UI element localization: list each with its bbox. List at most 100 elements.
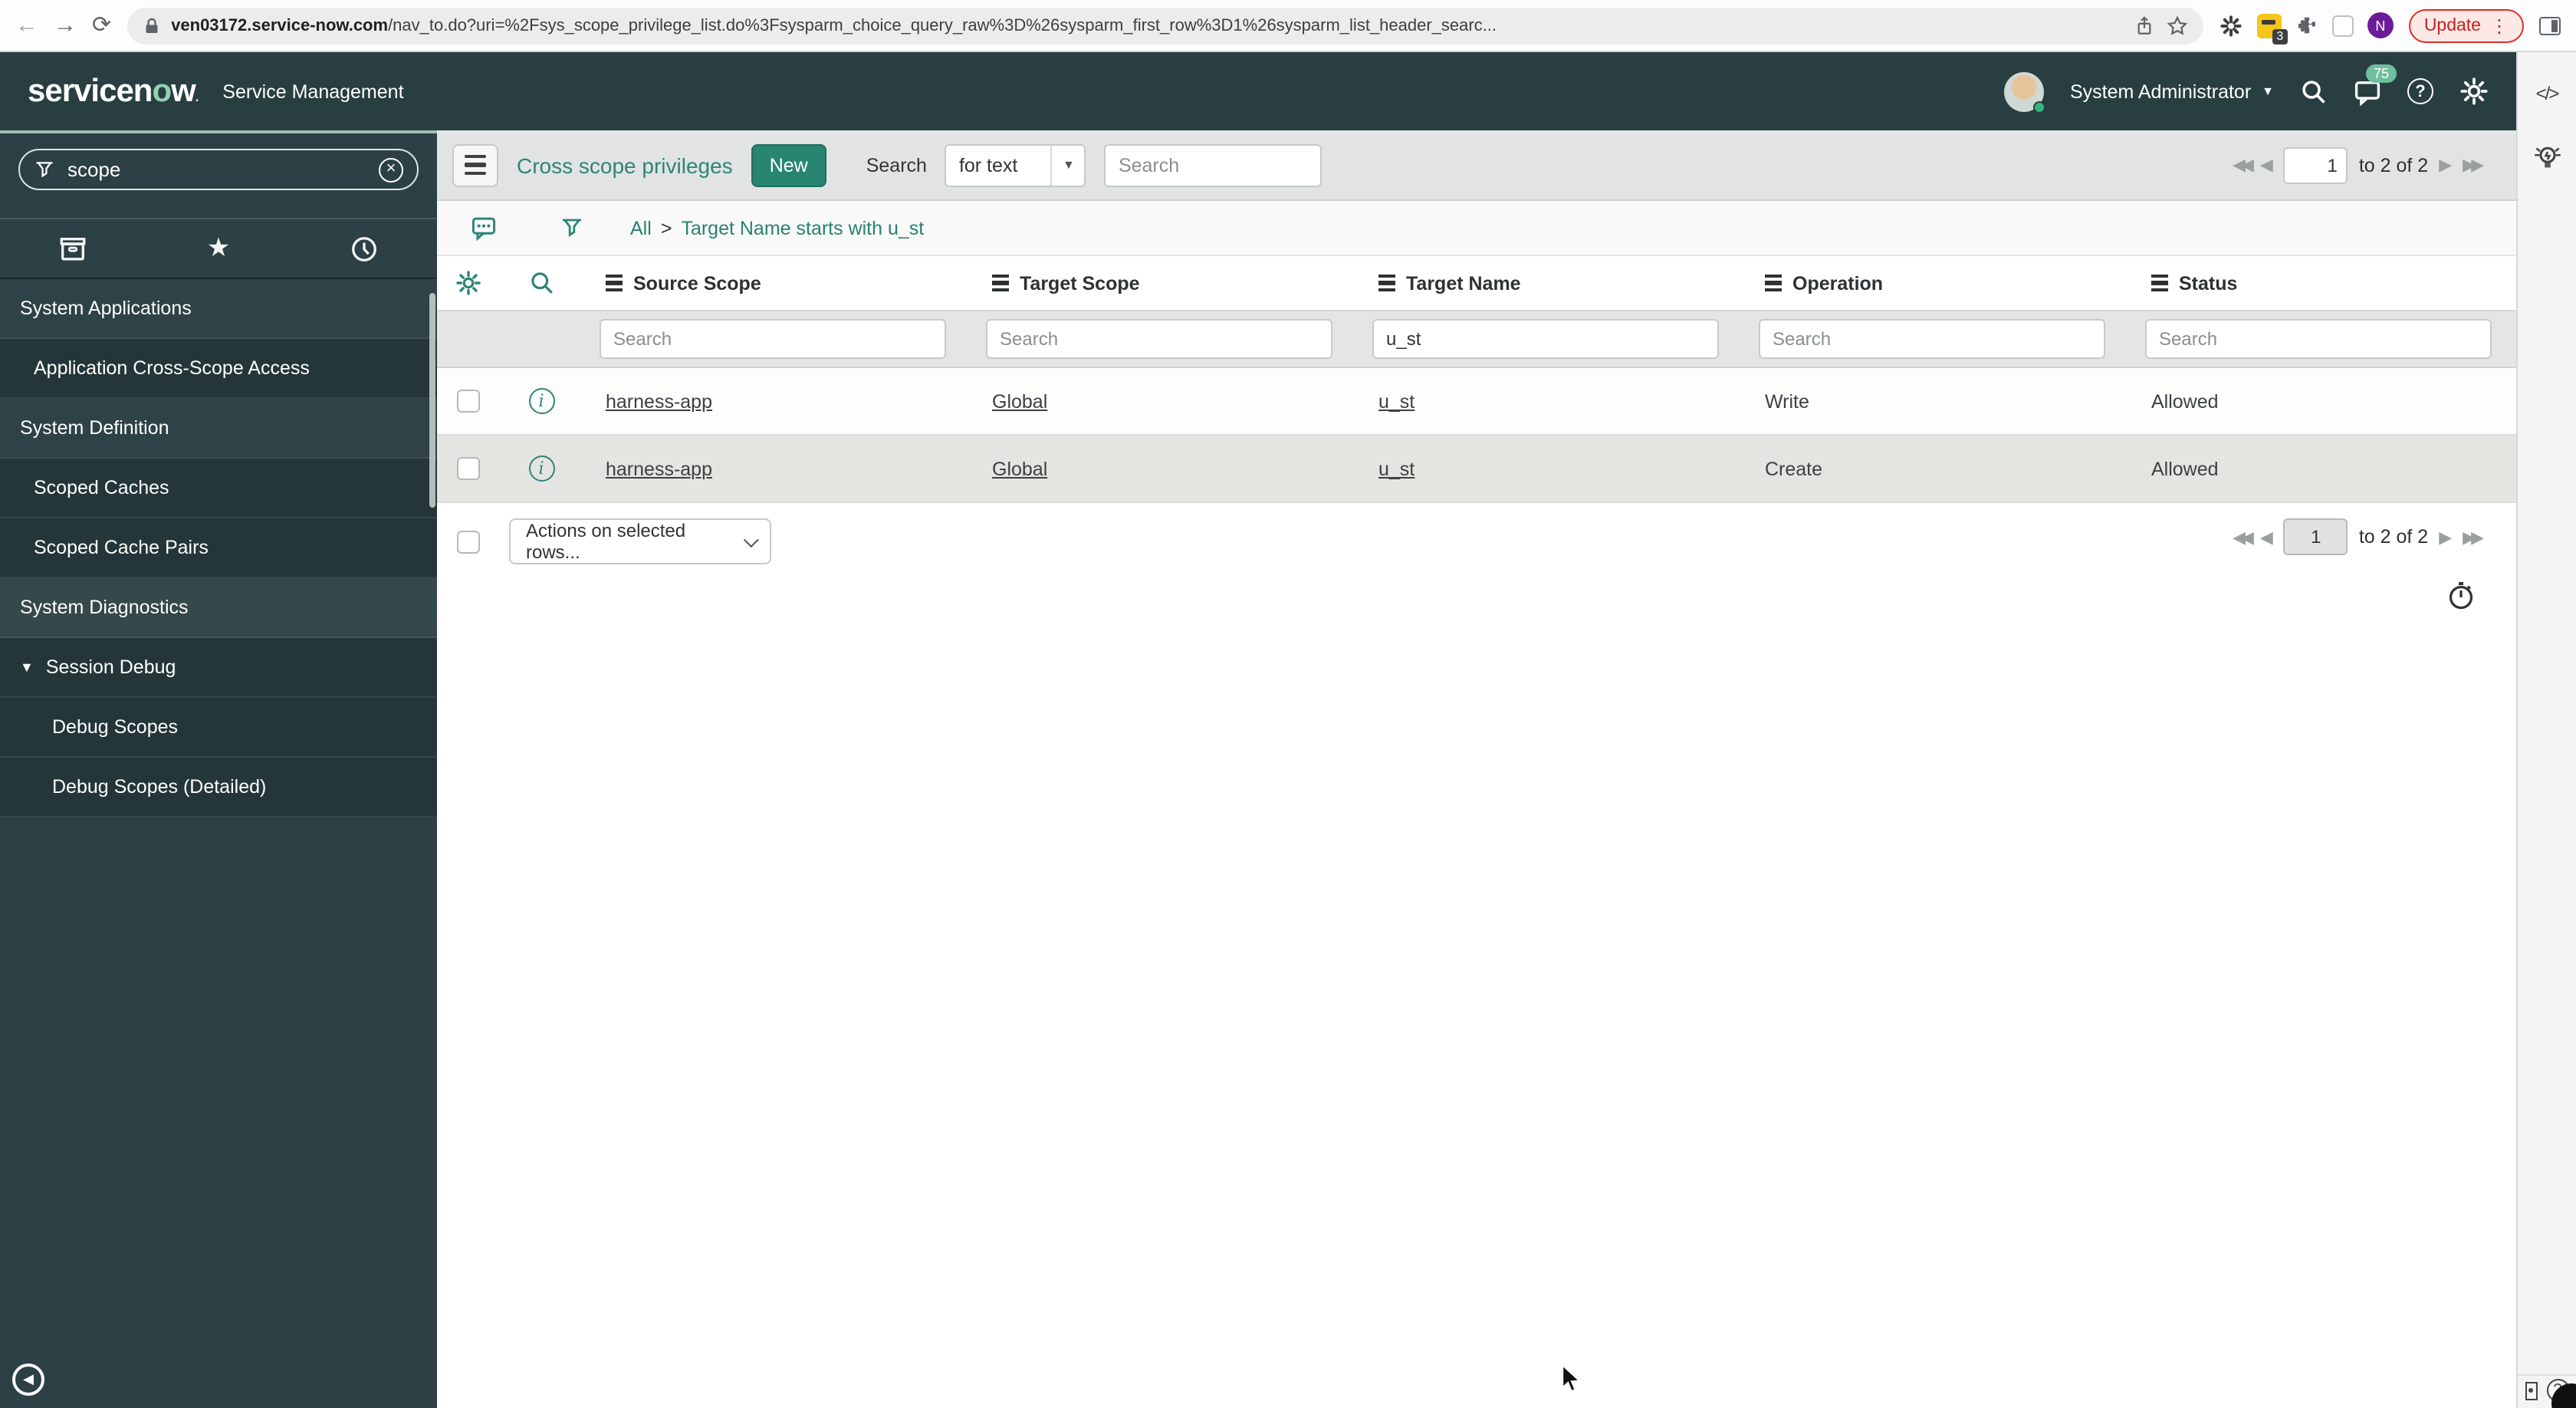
utility-sidebar: </> ? xyxy=(2516,52,2576,1408)
row-checkbox[interactable] xyxy=(456,390,479,413)
column-header-operation[interactable]: Operation xyxy=(1743,272,2130,294)
filter-funnel-icon xyxy=(34,159,55,180)
sidebar-item-session-debug[interactable]: ▼ Session Debug xyxy=(0,638,437,698)
target-name-link[interactable]: u_st xyxy=(1378,390,1414,412)
column-menu-icon xyxy=(1378,275,1395,291)
last-page-icon[interactable]: ▶▶ xyxy=(2463,527,2484,547)
bookmark-star-icon[interactable] xyxy=(2167,15,2188,36)
status-cell: Allowed xyxy=(2151,390,2219,412)
pinwheel-extension-icon[interactable] xyxy=(2219,13,2243,38)
column-header-target-scope[interactable]: Target Scope xyxy=(971,272,1357,294)
sidebar-item-system-diagnostics[interactable]: System Diagnostics xyxy=(0,578,437,638)
browser-forward-icon[interactable]: → xyxy=(54,14,77,37)
user-menu[interactable]: System Administrator ▼ xyxy=(2070,81,2274,102)
side-panel-icon[interactable] xyxy=(2539,16,2561,35)
select-caret-icon: ▼ xyxy=(1050,145,1085,185)
address-bar[interactable]: ven03172.service-now.com/nav_to.do?uri=%… xyxy=(127,7,2203,44)
prev-page-icon[interactable]: ◀ xyxy=(2260,155,2273,175)
target-name-link[interactable]: u_st xyxy=(1378,458,1414,479)
filter-operation-input[interactable] xyxy=(1759,319,2105,359)
column-menu-icon xyxy=(992,275,1009,291)
lightbulb-icon[interactable] xyxy=(2532,144,2561,173)
extensions-cluster: 3 N xyxy=(2219,12,2394,44)
response-time-stopwatch-icon[interactable] xyxy=(2446,580,2476,618)
tab-all-applications[interactable] xyxy=(0,219,146,278)
column-header-source-scope[interactable]: Source Scope xyxy=(584,272,971,294)
browser-reload-icon[interactable]: ⟳ xyxy=(92,14,111,37)
sidebar-item-scoped-caches[interactable]: Scoped Caches xyxy=(0,459,437,518)
target-scope-link[interactable]: Global xyxy=(992,390,1047,412)
source-scope-link[interactable]: harness-app xyxy=(606,390,712,412)
browser-back-icon[interactable]: ← xyxy=(15,14,38,37)
puzzle-extensions-icon[interactable] xyxy=(2295,14,2318,37)
page-number-input[interactable] xyxy=(2283,146,2348,183)
page-number-input[interactable] xyxy=(2283,518,2348,555)
target-scope-link[interactable]: Global xyxy=(992,458,1047,479)
next-page-icon[interactable]: ▶ xyxy=(2439,155,2452,175)
first-page-icon[interactable]: ◀◀ xyxy=(2233,155,2254,175)
record-preview-icon[interactable]: i xyxy=(528,456,554,482)
code-xml-icon[interactable]: </> xyxy=(2536,83,2560,104)
column-header-status[interactable]: Status xyxy=(2130,272,2516,294)
clear-filter-icon[interactable]: × xyxy=(379,157,403,182)
sidebar-scrollbar[interactable] xyxy=(429,293,435,508)
sidebar-item-system-applications[interactable]: System Applications xyxy=(0,279,437,339)
list-context-menu-button[interactable] xyxy=(452,143,498,186)
browser-update-button[interactable]: Update ⋮ xyxy=(2408,8,2524,42)
filter-source-scope-input[interactable] xyxy=(600,319,946,359)
top-pagination: ◀◀ ◀ to 2 of 2 ▶ ▶▶ xyxy=(2233,146,2484,183)
new-button[interactable]: New xyxy=(751,143,826,186)
column-filter-row xyxy=(437,311,2516,368)
sidebar-item-application-cross-scope-access[interactable]: Application Cross-Scope Access xyxy=(0,339,437,399)
filter-status-input[interactable] xyxy=(2145,319,2492,359)
scroll-indicator-icon[interactable] xyxy=(2525,1381,2537,1400)
settings-gear-icon[interactable] xyxy=(2459,77,2489,106)
prev-page-icon[interactable]: ◀ xyxy=(2260,527,2273,547)
actions-on-selected-rows-select[interactable]: Actions on selected rows... xyxy=(509,518,771,564)
search-type-select[interactable]: for text ▼ xyxy=(945,143,1086,186)
sidebar-item-scoped-cache-pairs[interactable]: Scoped Cache Pairs xyxy=(0,518,437,578)
browser-profile-avatar[interactable]: N xyxy=(2367,12,2394,38)
select-chevron-icon xyxy=(743,531,759,548)
sidebar-item-system-definition[interactable]: System Definition xyxy=(0,399,437,459)
source-scope-link[interactable]: harness-app xyxy=(606,458,712,479)
breadcrumb-filter-link[interactable]: Target Name starts with u_st xyxy=(681,217,924,239)
help-icon[interactable]: ? xyxy=(2407,78,2433,104)
breadcrumb-separator: > xyxy=(660,217,672,239)
filter-target-scope-input[interactable] xyxy=(986,319,1332,359)
record-preview-icon[interactable]: i xyxy=(528,388,554,414)
next-page-icon[interactable]: ▶ xyxy=(2439,527,2452,547)
select-all-checkbox[interactable] xyxy=(456,531,479,554)
conversations-icon[interactable]: 75 xyxy=(2354,64,2397,105)
list-search-input[interactable] xyxy=(1104,143,1322,186)
column-search-toggle-icon[interactable] xyxy=(498,270,584,296)
status-cell: Allowed xyxy=(2151,458,2219,479)
list-chat-icon[interactable] xyxy=(452,215,514,241)
breadcrumb-all-link[interactable]: All xyxy=(630,217,652,239)
list-settings-gear-icon[interactable] xyxy=(437,270,498,296)
sidebar-item-debug-scopes-detailed[interactable]: Debug Scopes (Detailed) xyxy=(0,758,437,817)
list-title[interactable]: Cross scope privileges xyxy=(517,153,733,177)
user-avatar[interactable] xyxy=(2003,71,2045,113)
filter-builder-icon[interactable] xyxy=(529,215,615,240)
filter-target-name-input[interactable] xyxy=(1372,319,1719,359)
row-range-label: to 2 of 2 xyxy=(2358,154,2429,176)
first-page-icon[interactable]: ◀◀ xyxy=(2233,527,2254,547)
global-search-icon[interactable] xyxy=(2300,77,2328,105)
column-header-target-name[interactable]: Target Name xyxy=(1357,272,1743,294)
servicenow-logo[interactable]: servicen o w. xyxy=(28,73,199,110)
row-checkbox[interactable] xyxy=(456,457,479,480)
blank-extension-icon[interactable] xyxy=(2331,15,2354,36)
sidebar-item-debug-scopes[interactable]: Debug Scopes xyxy=(0,698,437,758)
tab-favorites[interactable]: ★ xyxy=(146,219,291,278)
browser-toolbar: ← → ⟳ ven03172.service-now.com/nav_to.do… xyxy=(0,0,2576,52)
browser-menu-icon[interactable]: ⋮ xyxy=(2490,15,2509,36)
tab-history[interactable] xyxy=(291,219,437,278)
share-icon[interactable] xyxy=(2134,15,2154,36)
row-range-label: to 2 of 2 xyxy=(2358,526,2429,548)
collapse-sidebar-button[interactable]: ◀ xyxy=(12,1364,44,1396)
navigator-filter-input[interactable]: scope × xyxy=(18,149,419,190)
yellow-extension-icon[interactable]: 3 xyxy=(2256,13,2288,44)
product-title: Service Management xyxy=(222,81,404,102)
last-page-icon[interactable]: ▶▶ xyxy=(2463,155,2484,175)
